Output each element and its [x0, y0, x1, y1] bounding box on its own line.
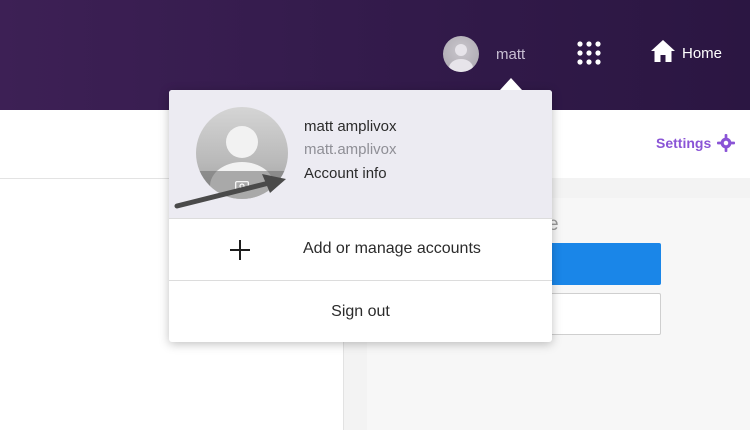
settings-label: Settings	[656, 135, 712, 151]
user-menu-toggle[interactable]: matt	[443, 36, 525, 72]
account-display-name: matt amplivox	[304, 118, 397, 135]
add-manage-accounts-button[interactable]: Add or manage accounts	[169, 219, 552, 280]
account-dropdown: matt amplivox matt.amplivox Account info…	[169, 90, 552, 342]
sign-out-button[interactable]: Sign out	[169, 281, 552, 342]
user-name-label: matt	[496, 45, 526, 63]
primary-action-button[interactable]	[540, 243, 661, 285]
account-username: matt.amplivox	[304, 141, 397, 158]
plus-icon	[230, 240, 250, 260]
apps-grid-icon[interactable]	[576, 40, 602, 66]
secondary-action-button[interactable]	[540, 293, 661, 335]
settings-link[interactable]: Settings	[656, 134, 736, 152]
gear-icon	[717, 134, 736, 152]
account-info-link[interactable]: Account info	[304, 165, 387, 182]
add-accounts-label: Add or manage accounts	[303, 240, 481, 257]
sign-out-label: Sign out	[331, 302, 390, 320]
home-icon	[650, 39, 676, 68]
home-button[interactable]: Home	[650, 39, 723, 68]
home-label: Home	[682, 44, 723, 62]
annotation-arrow-icon	[174, 174, 286, 209]
user-avatar-icon	[443, 36, 479, 72]
dropdown-caret	[500, 78, 522, 90]
